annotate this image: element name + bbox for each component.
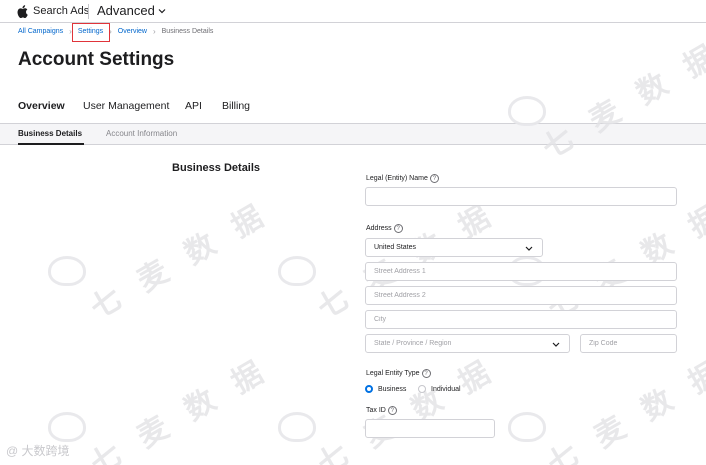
tax-id-field[interactable] xyxy=(365,419,495,438)
radio-selected-icon xyxy=(365,385,373,393)
legal-entity-type-label: Legal Entity Type ? xyxy=(366,369,431,378)
entity-type-business-radio[interactable]: Business xyxy=(365,385,406,393)
zip-code-field[interactable] xyxy=(580,334,677,353)
radio-unselected-icon xyxy=(418,385,426,393)
breadcrumb-separator-icon: › xyxy=(152,27,156,36)
state-province-placeholder: State / Province / Region xyxy=(374,340,452,347)
section-title: Business Details xyxy=(172,162,261,174)
legal-name-label: Legal (Entity) Name ? xyxy=(366,174,439,183)
watermark: 七 麦 数 据 xyxy=(84,196,276,326)
help-icon[interactable]: ? xyxy=(387,406,397,415)
watermark: 七 麦 数 据 xyxy=(311,196,503,326)
breadcrumb-overview[interactable]: Overview xyxy=(118,28,147,35)
watermark: 七 麦 数 据 xyxy=(542,196,706,325)
tax-id-label: Tax ID ? xyxy=(366,406,397,415)
breadcrumb-all-campaigns[interactable]: All Campaigns xyxy=(18,28,63,35)
address-label-text: Address xyxy=(366,225,392,232)
watermark-cat-icon xyxy=(48,412,86,442)
watermark-cat-icon xyxy=(508,96,546,126)
breadcrumb-settings[interactable]: Settings xyxy=(71,23,110,42)
page-title: Account Settings xyxy=(18,49,175,70)
tab-overview[interactable]: Overview xyxy=(18,100,83,112)
watermark: 七 麦 数 据 xyxy=(311,352,503,465)
settings-tabs: Overview User Management API Billing xyxy=(18,100,277,112)
subtab-account-information[interactable]: Account Information xyxy=(106,129,177,138)
country-select[interactable]: United States xyxy=(365,238,543,257)
watermark-cat-icon xyxy=(278,256,316,286)
watermark-cat-icon xyxy=(48,256,86,286)
city-field[interactable] xyxy=(365,310,677,329)
corner-watermark: @ 大数跨境 xyxy=(6,444,70,458)
highlight-annotation-box xyxy=(71,23,110,42)
chevron-down-icon xyxy=(158,8,166,13)
street-address-2-field[interactable] xyxy=(365,286,677,305)
entity-type-business-label: Business xyxy=(378,385,407,393)
watermark-cat-icon xyxy=(278,412,316,442)
breadcrumb-current-page: Business Details xyxy=(161,28,214,35)
tab-api[interactable]: API xyxy=(185,100,222,112)
chevron-down-icon xyxy=(525,246,533,251)
watermark-cat-icon xyxy=(508,412,546,442)
address-label: Address ? xyxy=(366,224,403,233)
top-navigation-bar: Search Ads Advanced xyxy=(0,0,706,23)
subtab-business-details[interactable]: Business Details xyxy=(18,129,82,138)
entity-type-individual-label: Individual xyxy=(431,385,461,393)
street-address-1-field[interactable] xyxy=(365,262,677,281)
help-icon[interactable]: ? xyxy=(429,174,439,183)
legal-entity-type-label-text: Legal Entity Type xyxy=(366,370,420,377)
product-switcher-label: Advanced xyxy=(97,3,155,18)
country-select-value: United States xyxy=(374,244,417,251)
watermark: 七 麦 数 据 xyxy=(536,36,706,166)
entity-type-individual-radio[interactable]: Individual xyxy=(418,385,461,393)
tab-billing[interactable]: Billing xyxy=(222,100,277,112)
tab-user-management[interactable]: User Management xyxy=(83,100,185,112)
state-province-select[interactable]: State / Province / Region xyxy=(365,334,570,353)
chevron-down-icon xyxy=(552,342,560,347)
help-icon[interactable]: ? xyxy=(421,369,431,378)
watermark: 七 麦 数 据 xyxy=(84,352,276,465)
tax-id-label-text: Tax ID xyxy=(366,407,386,414)
legal-name-label-text: Legal (Entity) Name xyxy=(366,175,428,182)
help-icon[interactable]: ? xyxy=(393,224,403,233)
header-divider xyxy=(88,4,89,19)
active-subtab-indicator xyxy=(18,143,84,145)
product-switcher-dropdown[interactable]: Advanced xyxy=(97,3,166,18)
app-brand-name: Search Ads xyxy=(33,5,90,17)
apple-logo-icon xyxy=(17,5,28,18)
watermark: 七 麦 数 据 xyxy=(541,352,706,465)
breadcrumb: All Campaigns › Settings › Overview › Bu… xyxy=(18,23,214,42)
legal-name-field[interactable] xyxy=(365,187,677,206)
